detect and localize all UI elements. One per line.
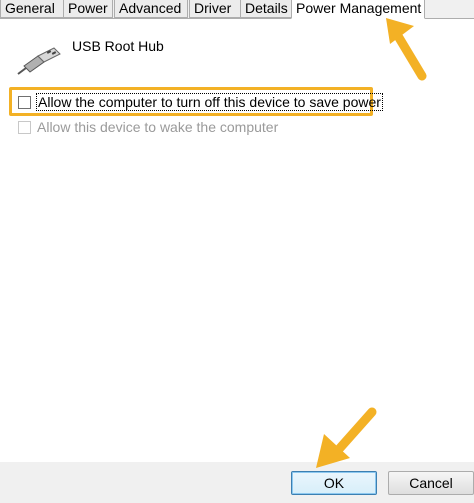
allow-turn-off-checkbox[interactable] — [18, 95, 31, 109]
cancel-button[interactable]: Cancel — [388, 471, 474, 495]
tab-advanced[interactable]: Advanced — [114, 0, 188, 18]
device-name: USB Root Hub — [72, 38, 164, 54]
option-allow-wake: Allow this device to wake the computer — [18, 118, 278, 136]
allow-wake-checkbox — [18, 120, 31, 134]
allow-wake-label: Allow this device to wake the computer — [37, 119, 279, 135]
allow-turn-off-label[interactable]: Allow the computer to turn off this devi… — [36, 93, 383, 111]
tab-details[interactable]: Details — [240, 0, 294, 18]
tab-driver[interactable]: Driver — [189, 0, 241, 18]
dialog-footer: OK Cancel — [0, 462, 474, 503]
ok-button[interactable]: OK — [291, 471, 377, 495]
usb-plug-icon — [17, 47, 61, 75]
arrow-pointer-icon — [386, 18, 427, 81]
option-allow-turn-off[interactable]: Allow the computer to turn off this devi… — [18, 93, 383, 111]
tab-general[interactable]: General — [0, 0, 65, 18]
tab-power[interactable]: Power — [63, 0, 113, 18]
arrow-pointer-icon — [316, 407, 377, 468]
